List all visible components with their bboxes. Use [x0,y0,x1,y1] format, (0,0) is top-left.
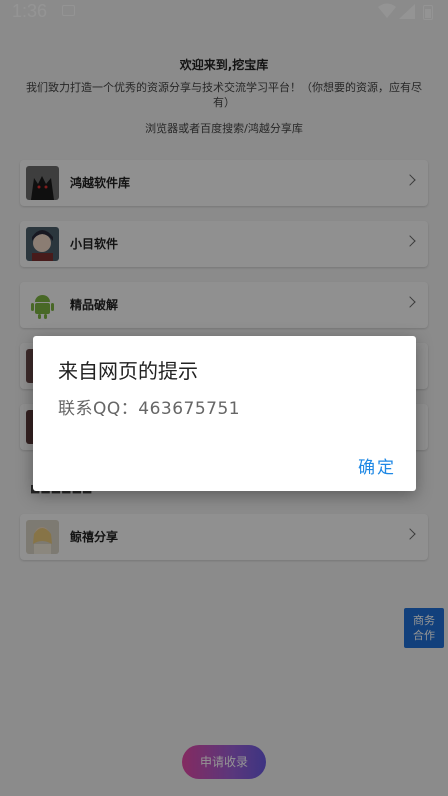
dialog-title: 来自网页的提示 [58,359,198,383]
ok-button[interactable]: 确定 [358,453,396,478]
alert-dialog: 来自网页的提示 联系QQ：463675751 确定 [33,336,416,491]
dialog-message: 联系QQ：463675751 [58,399,241,419]
